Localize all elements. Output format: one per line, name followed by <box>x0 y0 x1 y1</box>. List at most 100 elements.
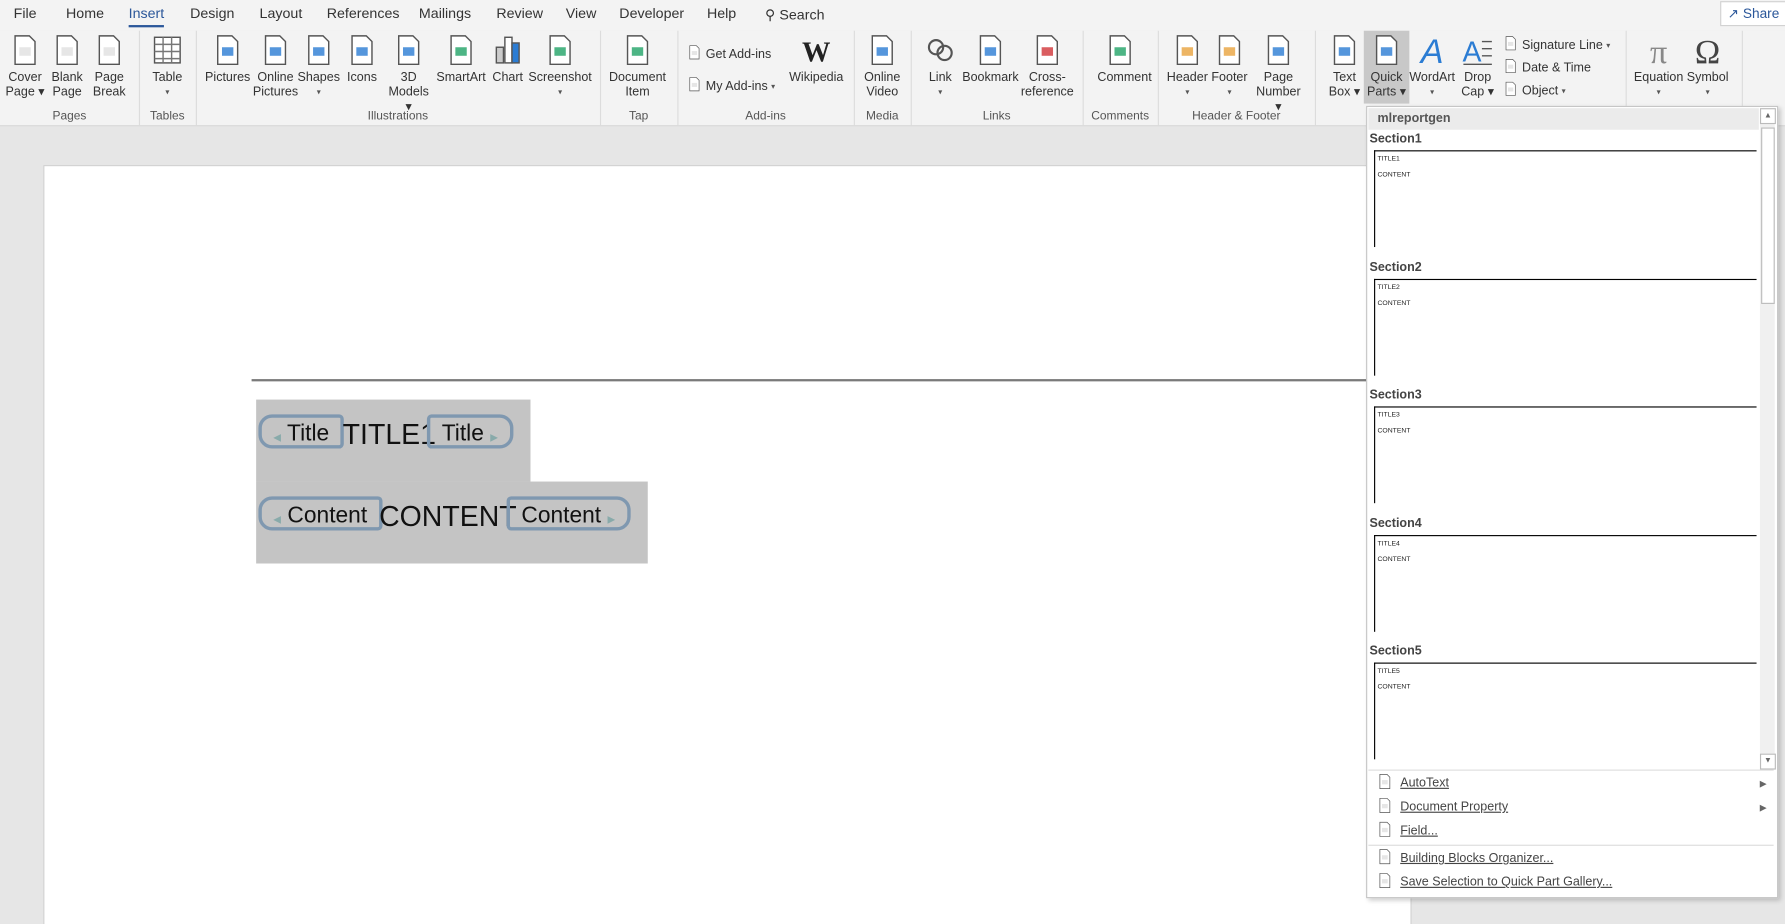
preview-title: TITLE3 <box>1377 412 1400 419</box>
shapes-button[interactable]: Shapes ▾ <box>296 33 342 100</box>
title-end-tag[interactable]: Title ▶ <box>426 414 513 449</box>
footer-button[interactable]: Footer ▾ <box>1207 33 1253 100</box>
page-break-button[interactable]: Page Break <box>87 33 133 100</box>
store-button[interactable]: Get Add-ins <box>686 44 771 63</box>
wordart-button[interactable]: A WordArt ▾ <box>1409 33 1455 100</box>
quick-parts-button[interactable]: Quick Parts ▾ <box>1363 30 1410 104</box>
my-addins-icon <box>686 76 702 95</box>
icon-wrap <box>1368 797 1400 817</box>
signature-line-button[interactable]: Signature Line ▾ <box>1503 35 1611 54</box>
object-button[interactable]: Object ▾ <box>1503 81 1566 100</box>
chart-button[interactable]: Chart <box>485 33 531 85</box>
tab-file[interactable]: File <box>14 6 37 22</box>
button-label-line2: ▾ <box>938 88 943 97</box>
tab-design[interactable]: Design <box>190 6 234 22</box>
gallery-scrollbar[interactable]: ▲ ▼ <box>1759 108 1776 770</box>
document-item-button[interactable]: Document Item <box>604 33 670 100</box>
content-end-tag[interactable]: Content ▶ <box>506 496 631 531</box>
quick-part-section5[interactable]: Section5 TITLE5 CONTENT <box>1369 644 1757 760</box>
menu-item-building-blocks[interactable]: Building Blocks Organizer... <box>1368 847 1773 870</box>
menu-item-field[interactable]: Field... <box>1368 820 1773 843</box>
button-label-line1: Symbol <box>1686 70 1729 85</box>
share-button[interactable]: ↗ Share <box>1719 1 1785 27</box>
preview-title: TITLE4 <box>1377 540 1400 548</box>
page-number-button[interactable]: Page Number ▾ <box>1256 33 1302 115</box>
search-box[interactable]: ⚲ Search <box>765 6 824 23</box>
ribbon-group-illustrations: Pictures Online Pictures Shapes ▾ Icons 3D Mode… <box>196 30 602 126</box>
svg-text:A: A <box>1462 36 1481 67</box>
title-value[interactable]: TITLE1 <box>343 419 436 452</box>
signature-line-icon <box>1503 35 1519 54</box>
button-label-line1: Blank <box>51 70 83 85</box>
quick-part-section2[interactable]: Section2 TITLE2 CONTENT <box>1369 260 1757 376</box>
3d-models-icon <box>386 33 432 67</box>
button-label-line2: ▾ <box>165 88 170 97</box>
wikipedia-button[interactable]: W Wikipedia <box>783 33 849 85</box>
title-content-control[interactable]: ◀ Title TITLE1 Title ▶ <box>256 399 531 482</box>
tab-layout[interactable]: Layout <box>260 6 303 22</box>
symbol-button[interactable]: Ω Symbol ▾ <box>1685 33 1731 100</box>
quick-part-section1[interactable]: Section1 TITLE1 CONTENT <box>1369 132 1757 248</box>
tab-help[interactable]: Help <box>707 6 736 22</box>
tab-insert[interactable]: Insert <box>128 6 165 28</box>
chart-icon <box>485 33 531 67</box>
button-label-line1: Drop <box>1464 70 1492 85</box>
button-label-line1: Screenshot <box>528 70 592 85</box>
preview-content: CONTENT <box>1377 684 1411 692</box>
search-label: Search <box>779 6 825 23</box>
tab-mailings[interactable]: Mailings <box>419 6 471 22</box>
menu-item-autotext[interactable]: AutoText ▶ <box>1368 772 1773 795</box>
quick-part-section4[interactable]: Section4 TITLE4 CONTENT <box>1369 516 1757 632</box>
content-start-tag[interactable]: ◀ Content <box>258 496 382 531</box>
tab-home[interactable]: Home <box>66 6 104 22</box>
tab-view[interactable]: View <box>566 6 597 22</box>
document-page[interactable] <box>43 165 1412 924</box>
section-preview: TITLE3 CONTENT <box>1374 406 1757 504</box>
cover-page-button[interactable]: Cover Page ▾ <box>2 33 48 100</box>
online-video-icon <box>859 33 905 67</box>
header-button[interactable]: Header ▾ <box>1165 33 1211 100</box>
date-time-icon <box>1503 58 1519 77</box>
blank-page-button[interactable]: Blank Page <box>44 33 90 100</box>
button-label-line1: Equation <box>1633 70 1684 85</box>
text-box-button[interactable]: Text Box ▾ <box>1322 33 1368 100</box>
menu-item-label: Building Blocks Organizer... <box>1400 851 1554 866</box>
content-content-control[interactable]: ◀ Content CONTENT Content ▶ <box>256 481 648 564</box>
online-video-button[interactable]: Online Video <box>859 33 905 100</box>
menu-separator <box>1368 844 1774 846</box>
menu-item-document-property[interactable]: Document Property ▶ <box>1368 796 1773 819</box>
comment-button[interactable]: Comment <box>1097 33 1152 85</box>
scroll-up-button[interactable]: ▲ <box>1759 108 1776 125</box>
menu-item-save-selection[interactable]: Save Selection to Quick Part Gallery... <box>1368 871 1773 894</box>
icon-wrap <box>1368 848 1400 868</box>
content-value[interactable]: CONTENT <box>379 501 517 534</box>
cross-reference-button[interactable]: Cross-reference <box>1014 33 1080 100</box>
table-button[interactable]: Table ▾ <box>145 33 191 100</box>
3d-models-button[interactable]: 3D Models ▾ <box>386 33 432 115</box>
equation-button[interactable]: π Equation ▾ <box>1626 33 1692 100</box>
date-time-button[interactable]: Date & Time <box>1503 58 1591 77</box>
group-label: Tables <box>150 109 185 123</box>
quick-part-section3[interactable]: Section3 TITLE3 CONTENT <box>1369 388 1757 504</box>
tab-references[interactable]: References <box>327 6 400 22</box>
tab-developer[interactable]: Developer <box>619 6 684 22</box>
my-addins-button[interactable]: My Add-ins ▾ <box>686 76 775 95</box>
button-label-line2: ▾ <box>316 88 321 97</box>
screenshot-button[interactable]: Screenshot ▾ <box>527 33 593 100</box>
equation-icon: π <box>1626 33 1692 67</box>
icon-wrap <box>1368 773 1400 793</box>
drop-cap-button[interactable]: A Drop Cap ▾ <box>1455 33 1501 100</box>
scroll-thumb[interactable] <box>1761 127 1775 304</box>
icons-button[interactable]: Icons <box>339 33 385 85</box>
title-start-tag[interactable]: ◀ Title <box>258 414 344 449</box>
ribbon-group-pages: Cover Page ▾ Blank Page Page Break Pages <box>0 30 141 126</box>
tab-review[interactable]: Review <box>496 6 543 22</box>
link-button[interactable]: Link ▾ <box>918 33 964 100</box>
button-label-line2: Video <box>866 85 899 100</box>
scroll-down-button[interactable]: ▼ <box>1759 753 1776 770</box>
button-label-line2: Break <box>92 85 126 100</box>
button-label-line2: Cap ▾ <box>1461 85 1495 100</box>
dropdown-caret: ▾ <box>1606 41 1611 50</box>
button-label: Signature Line <box>1522 38 1603 52</box>
section-preview: TITLE1 CONTENT <box>1374 150 1757 248</box>
